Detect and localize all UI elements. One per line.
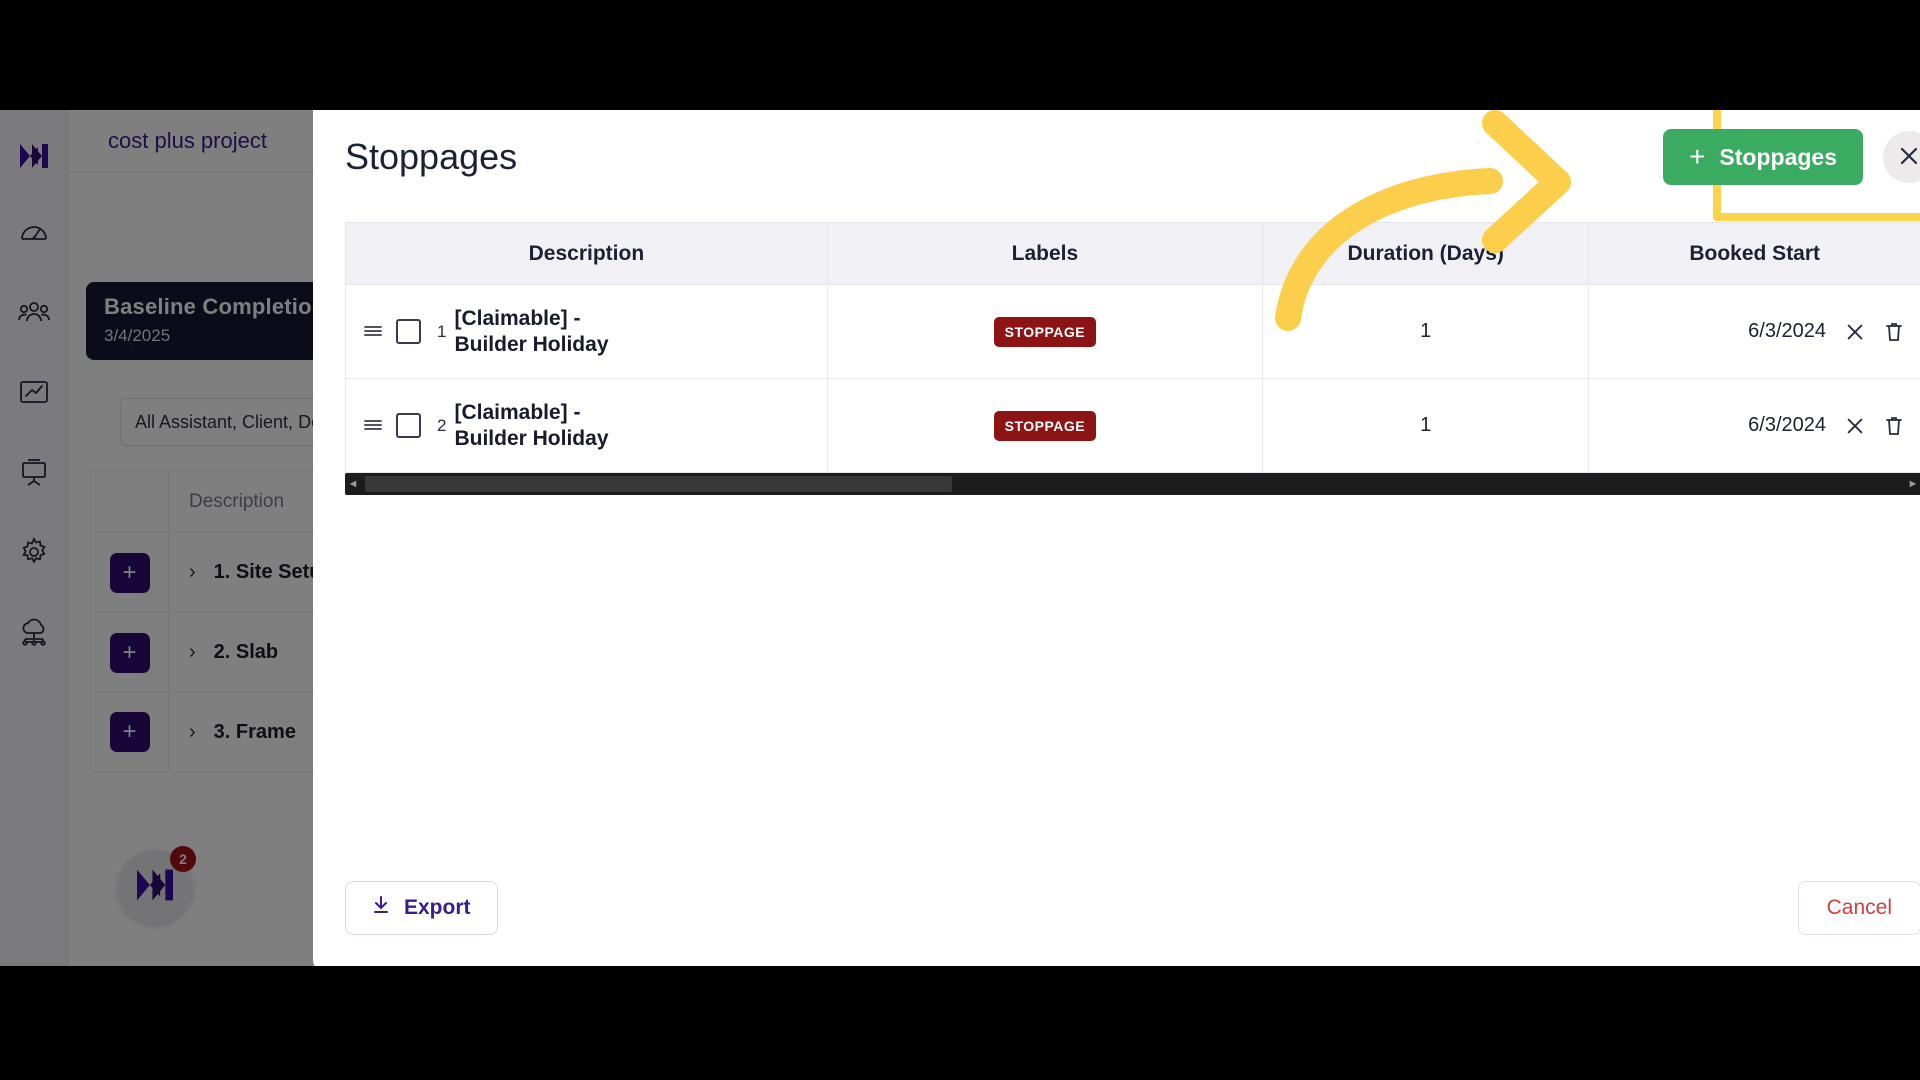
cell-description: 1 [Claimable] - Builder Holiday [345,284,828,379]
row-checkbox[interactable] [396,413,421,438]
drag-handle-icon[interactable] [362,415,396,437]
stoppages-table-header-row: Description Labels Duration (Days) Booke… [345,222,1920,285]
scroll-left-arrow[interactable]: ◄ [345,478,361,490]
export-label: Export [404,896,471,919]
cell-description: 2 [Claimable] - Builder Holiday [345,378,828,473]
description-line-2: Builder Holiday [454,332,609,356]
stoppages-modal: Stoppages + Stoppages Description Labels… [313,110,1920,966]
app-viewport: cost plus project ∨ Baseline Completion … [0,110,1920,966]
scroll-right-arrow[interactable]: ► [1905,478,1920,490]
column-header-labels[interactable]: Labels [826,222,1264,285]
download-icon [372,895,390,921]
description-line-1: [Claimable] - [454,306,581,330]
close-x-icon [1897,144,1920,171]
remove-row-x-icon[interactable] [1844,415,1866,437]
description-line-1: [Claimable] - [454,400,581,424]
modal-title: Stoppages [345,136,518,177]
scrollbar-thumb[interactable] [365,476,952,492]
remove-row-x-icon[interactable] [1844,321,1866,343]
cell-labels: STOPPAGE [826,378,1264,473]
column-header-booked-start[interactable]: Booked Start [1588,222,1920,285]
table-row[interactable]: 1 [Claimable] - Builder Holiday STOPPAGE [345,284,1920,379]
column-header-description[interactable]: Description [345,222,828,285]
drag-handle-icon[interactable] [362,321,396,343]
description-line-2: Builder Holiday [454,426,609,450]
booked-start-date[interactable]: 6/3/2024 [1748,320,1826,343]
booked-start-date[interactable]: 6/3/2024 [1748,414,1826,437]
close-modal-button[interactable] [1883,131,1920,183]
row-checkbox[interactable] [396,319,421,344]
modal-footer: Export Cancel [313,862,1920,966]
cell-duration[interactable]: 1 [1261,284,1590,379]
add-stoppages-button[interactable]: + Stoppages [1663,129,1863,185]
plus-icon: + [1689,141,1706,172]
export-button[interactable]: Export [345,881,498,935]
scrollbar-track[interactable] [361,475,1905,493]
modal-body: Description Labels Duration (Days) Booke… [313,222,1920,862]
cell-booked-start: 6/3/2024 [1588,284,1920,379]
horizontal-scrollbar[interactable]: ◄ ► [345,473,1920,495]
status-badge: STOPPAGE [993,316,1097,347]
stoppages-table: Description Labels Duration (Days) Booke… [345,222,1920,473]
screen-root: cost plus project ∨ Baseline Completion … [0,0,1920,1080]
modal-header: Stoppages + Stoppages [313,110,1920,222]
cell-labels: STOPPAGE [826,284,1264,379]
cell-booked-start: 6/3/2024 [1588,378,1920,473]
stoppage-description: [Claimable] - Builder Holiday [454,400,608,451]
cancel-button[interactable]: Cancel [1797,881,1920,935]
stoppage-description: [Claimable] - Builder Holiday [454,306,608,357]
cell-duration[interactable]: 1 [1261,378,1590,473]
modal-header-actions: + Stoppages [1663,129,1920,185]
row-index: 1 [437,321,447,341]
row-index: 2 [437,415,447,435]
trash-icon[interactable] [1884,415,1904,437]
table-row[interactable]: 2 [Claimable] - Builder Holiday STOPPAGE [345,378,1920,473]
column-header-duration[interactable]: Duration (Days) [1261,222,1590,285]
add-stoppages-label: Stoppages [1719,143,1837,170]
trash-icon[interactable] [1884,321,1904,343]
status-badge: STOPPAGE [993,410,1097,441]
